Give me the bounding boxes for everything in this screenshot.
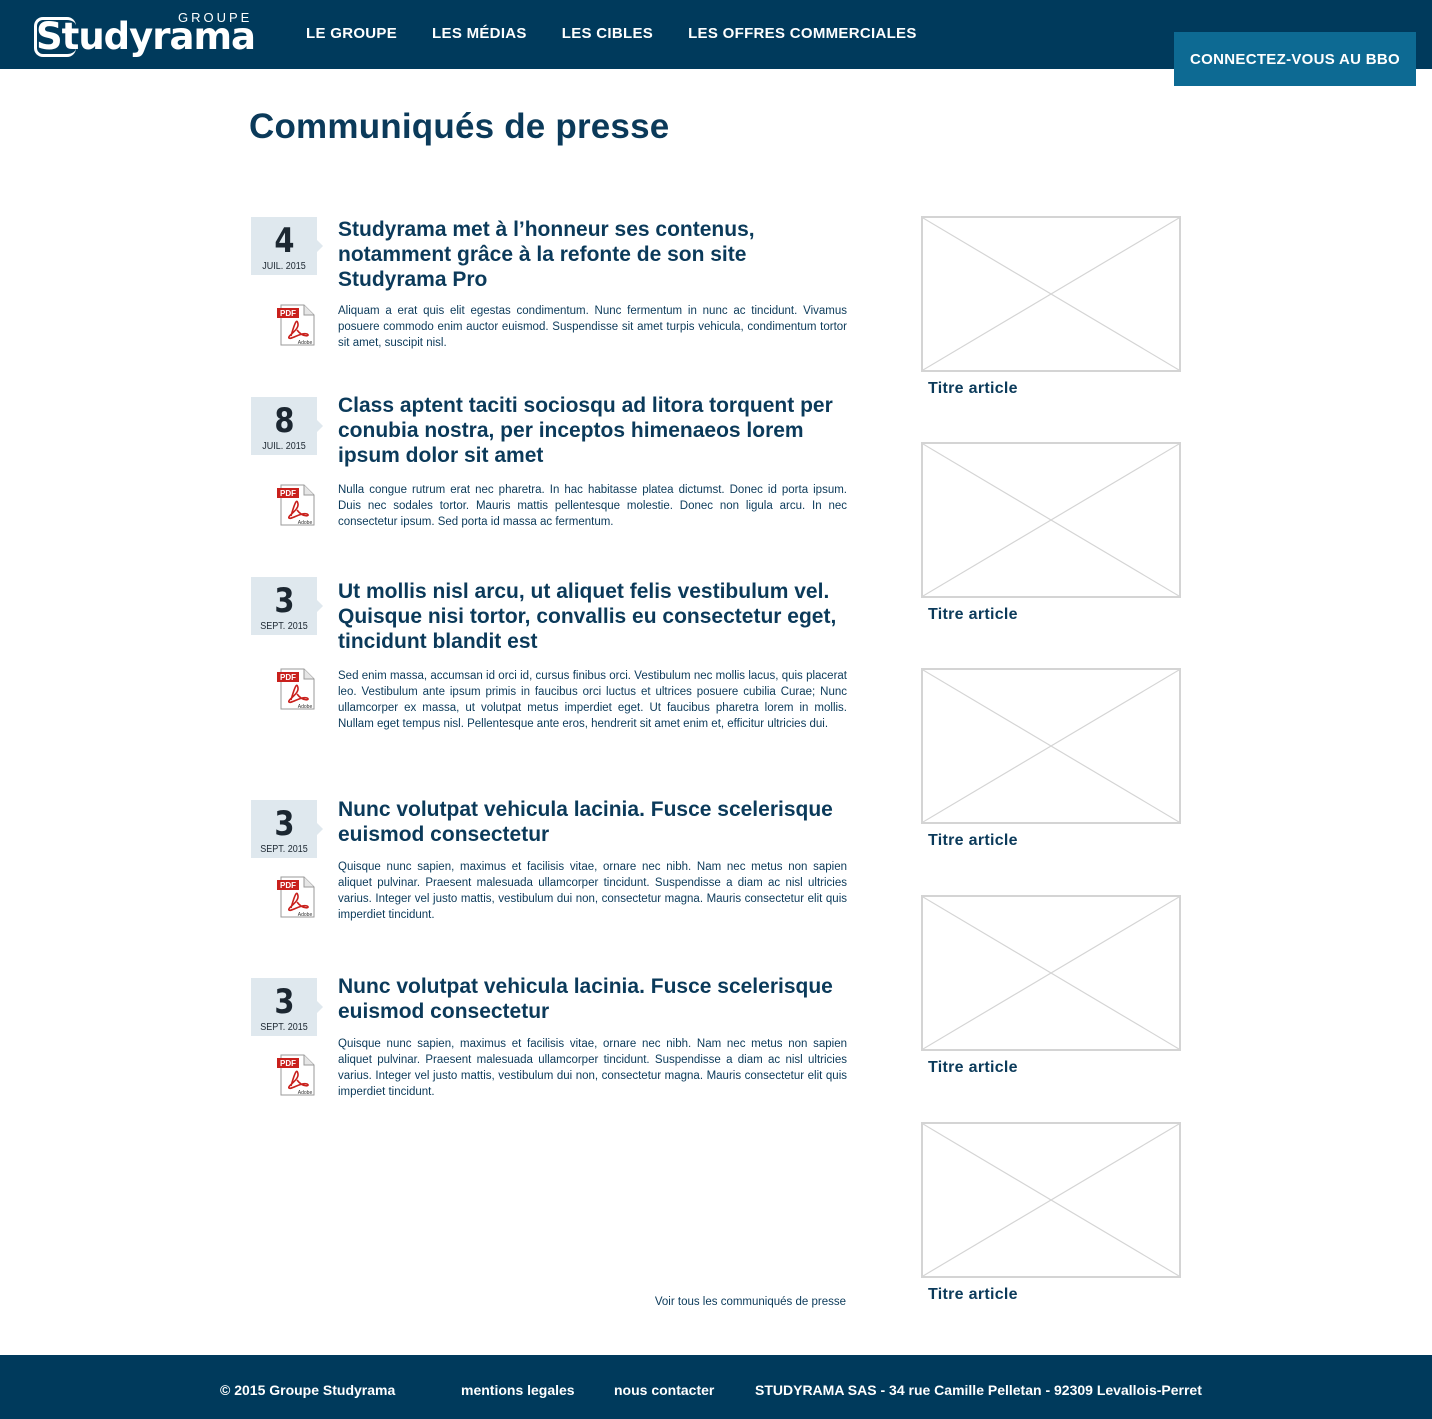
press-item-title[interactable]: Class aptent taciti sociosqu ad litora t…: [338, 393, 838, 468]
date-day: 8: [274, 401, 294, 441]
date-day: 3: [274, 804, 294, 844]
side-article-card[interactable]: Titre article: [921, 895, 1181, 1076]
press-item-title[interactable]: Nunc volutpat vehicula lacinia. Fusce sc…: [338, 974, 838, 1024]
footer-contact-link[interactable]: nous contacter: [614, 1382, 714, 1398]
date-month: JUIL. 2015: [262, 441, 306, 452]
side-article-card[interactable]: Titre article: [921, 668, 1181, 849]
nav-item-le-groupe[interactable]: LE GROUPE: [306, 25, 397, 42]
image-placeholder: [921, 895, 1181, 1051]
side-article-card[interactable]: Titre article: [921, 216, 1181, 397]
logo-wordmark: Studyrama: [36, 15, 256, 58]
date-badge: 3 SEPT. 2015: [251, 577, 323, 635]
footer-legal-link[interactable]: mentions legales: [461, 1382, 575, 1398]
side-article-card[interactable]: Titre article: [921, 442, 1181, 623]
press-item-title[interactable]: Nunc volutpat vehicula lacinia. Fusce sc…: [338, 797, 838, 847]
nav-item-les-cibles[interactable]: LES CIBLES: [562, 25, 653, 42]
side-article-title[interactable]: Titre article: [928, 1059, 1018, 1077]
side-article-title[interactable]: Titre article: [928, 380, 1018, 398]
image-placeholder: [921, 1122, 1181, 1278]
side-article-title[interactable]: Titre article: [928, 606, 1018, 624]
svg-text:PDF: PDF: [280, 489, 296, 498]
see-all-press-releases-link[interactable]: Voir tous les communiqués de presse: [560, 1296, 846, 1308]
press-item-text: Quisque nunc sapien, maximus et facilisi…: [338, 1038, 847, 1098]
date-month: SEPT. 2015: [260, 1022, 308, 1033]
svg-text:PDF: PDF: [280, 309, 296, 318]
svg-text:PDF: PDF: [280, 881, 296, 890]
date-badge: 3 SEPT. 2015: [251, 800, 323, 858]
footer-address: STUDYRAMA SAS - 34 rue Camille Pelletan …: [755, 1382, 1202, 1398]
date-badge: 3 SEPT. 2015: [251, 978, 323, 1036]
side-article-card[interactable]: Titre article: [921, 1122, 1181, 1303]
date-day: 3: [274, 982, 294, 1022]
svg-text:Adobe: Adobe: [298, 520, 313, 526]
side-article-title[interactable]: Titre article: [928, 1286, 1018, 1304]
pdf-download-icon[interactable]: PDF Adobe: [277, 484, 315, 526]
date-day: 3: [274, 581, 294, 621]
press-item-title[interactable]: Studyrama met à l’honneur ses contenus, …: [338, 217, 838, 292]
side-article-title[interactable]: Titre article: [928, 832, 1018, 850]
page-title: Communiqués de presse: [249, 107, 670, 146]
pdf-download-icon[interactable]: PDF Adobe: [277, 668, 315, 710]
svg-text:Adobe: Adobe: [298, 340, 313, 346]
svg-text:Adobe: Adobe: [298, 704, 313, 710]
image-placeholder: [921, 442, 1181, 598]
footer-copyright: © 2015 Groupe Studyrama: [220, 1382, 396, 1398]
date-day: 4: [274, 221, 294, 261]
press-item-text: Aliquam a erat quis elit egestas condime…: [338, 305, 847, 349]
svg-text:PDF: PDF: [280, 673, 296, 682]
date-month: SEPT. 2015: [260, 621, 308, 632]
site-footer: © 2015 Groupe Studyrama mentions legales…: [0, 1355, 1432, 1419]
main-nav: LE GROUPE LES MÉDIAS LES CIBLES LES OFFR…: [306, 25, 917, 42]
nav-item-offres-commerciales[interactable]: LES OFFRES COMMERCIALES: [688, 25, 917, 42]
bbo-login-button[interactable]: CONNECTEZ-VOUS AU BBO: [1174, 32, 1416, 86]
studyrama-logo[interactable]: GROUPE Studyrama: [34, 10, 256, 60]
image-placeholder: [921, 668, 1181, 824]
pdf-download-icon[interactable]: PDF Adobe: [277, 304, 315, 346]
svg-text:Adobe: Adobe: [298, 1090, 313, 1096]
date-month: SEPT. 2015: [260, 844, 308, 855]
press-item-title[interactable]: Ut mollis nisl arcu, ut aliquet felis ve…: [338, 579, 838, 654]
date-badge: 8 JUIL. 2015: [251, 397, 323, 455]
press-item-text: Nulla congue rutrum erat nec pharetra. I…: [338, 484, 847, 528]
date-badge: 4 JUIL. 2015: [251, 217, 323, 275]
svg-text:PDF: PDF: [280, 1059, 296, 1068]
press-item-text: Sed enim massa, accumsan id orci id, cur…: [338, 670, 847, 730]
date-month: JUIL. 2015: [262, 261, 306, 272]
pdf-download-icon[interactable]: PDF Adobe: [277, 1054, 315, 1096]
nav-item-les-medias[interactable]: LES MÉDIAS: [432, 25, 527, 42]
pdf-download-icon[interactable]: PDF Adobe: [277, 876, 315, 918]
svg-text:Adobe: Adobe: [298, 912, 313, 918]
image-placeholder: [921, 216, 1181, 372]
press-item-text: Quisque nunc sapien, maximus et facilisi…: [338, 861, 847, 921]
